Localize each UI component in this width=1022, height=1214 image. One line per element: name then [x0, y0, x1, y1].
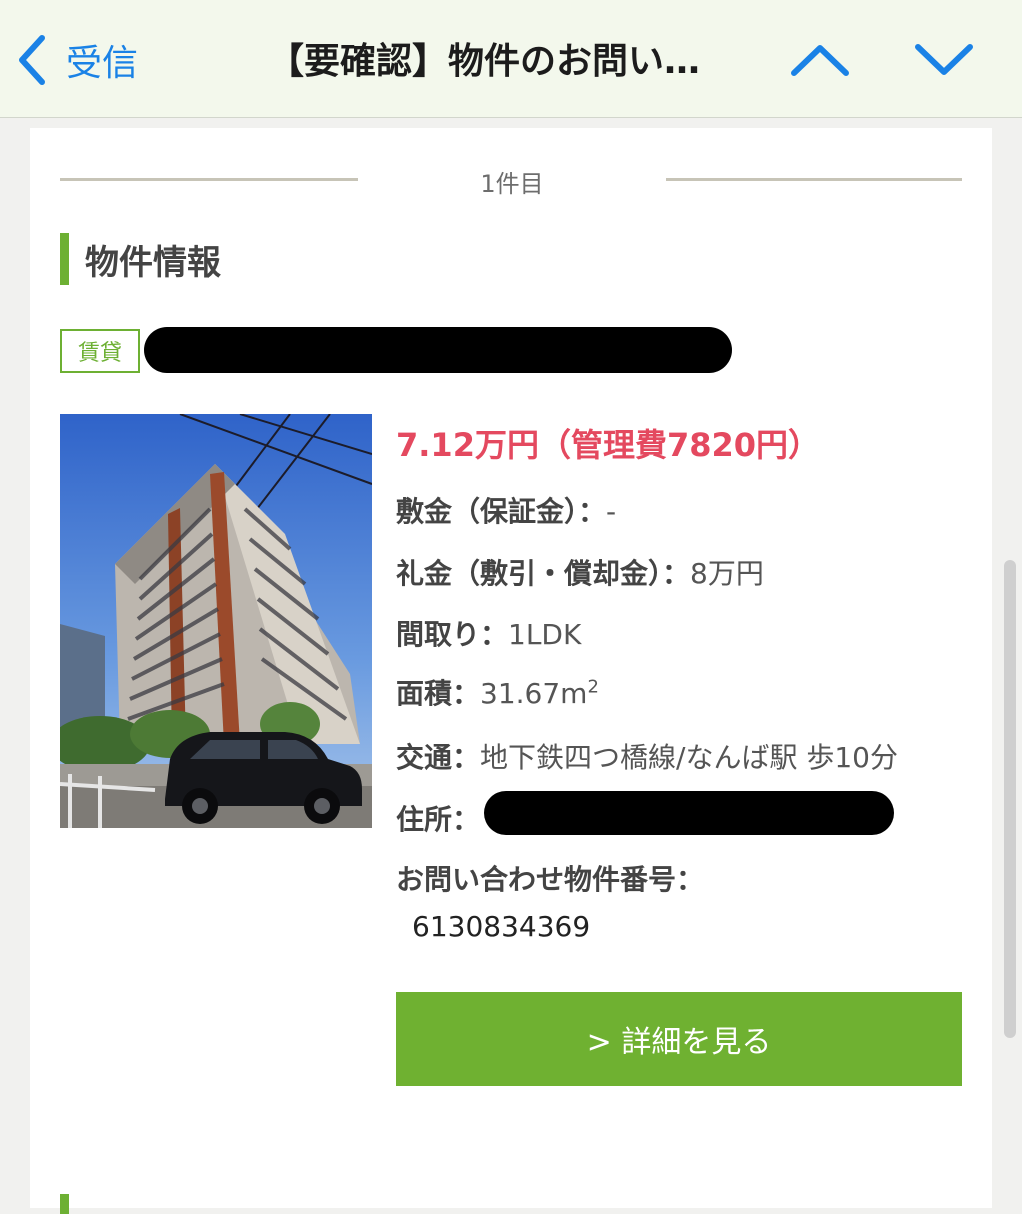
item-count: 1件目	[480, 170, 544, 198]
previous-mail-button[interactable]	[788, 38, 852, 86]
mail-subject-title: 【要確認】物件のお問い…	[268, 41, 701, 82]
rent-price: 7.12万円（管理費7820円）	[396, 426, 821, 464]
deposit-row: 敷金（保証金）：-	[396, 490, 616, 530]
back-button[interactable]: 受信	[16, 34, 138, 86]
area-value: 31.67m	[480, 677, 588, 710]
next-mail-button[interactable]	[912, 38, 976, 86]
scrollbar[interactable]	[1004, 560, 1016, 1038]
section-title: 物件情報	[85, 242, 221, 283]
divider-left	[60, 178, 358, 181]
key-money-value: 8万円	[690, 557, 764, 590]
next-section-accent-bar	[60, 1194, 69, 1214]
navigation-bar: 受信 【要確認】物件のお問い…	[0, 0, 1022, 118]
deposit-value: -	[606, 495, 617, 528]
layout-label: 間取り：	[396, 618, 509, 651]
deposit-label: 敷金（保証金）：	[396, 495, 607, 528]
inquiry-row: お問い合わせ物件番号：	[396, 858, 704, 898]
key-money-label: 礼金（敷引・償却金）：	[396, 557, 691, 590]
section-header: 物件情報	[60, 233, 221, 285]
inquiry-number: 6130834369	[412, 910, 591, 943]
back-label: 受信	[66, 43, 139, 84]
transit-label: 交通：	[396, 741, 481, 774]
chevron-down-icon	[914, 43, 974, 81]
section-accent-bar	[60, 233, 69, 285]
transit-row: 交通：地下鉄四つ橋線/なんば駅 歩10分	[396, 736, 898, 776]
area-label: 面積：	[396, 677, 481, 710]
inquiry-label: お問い合わせ物件番号：	[396, 863, 705, 896]
rental-tag: 賃貸	[60, 329, 140, 373]
key-money-row: 礼金（敷引・償却金）：8万円	[396, 552, 764, 592]
address-label: 住所：	[396, 803, 481, 836]
chevron-left-icon	[16, 34, 46, 86]
redacted-address	[484, 791, 894, 835]
divider-right	[666, 178, 962, 181]
redacted-property-name	[144, 327, 732, 373]
layout-row: 間取り：1LDK	[396, 613, 581, 653]
layout-value: 1LDK	[508, 618, 582, 651]
view-details-button[interactable]: > 詳細を見る	[396, 992, 962, 1086]
area-superscript: 2	[587, 676, 599, 698]
chevron-up-icon	[790, 43, 850, 81]
transit-value: 地下鉄四つ橋線/なんば駅 歩10分	[480, 741, 898, 774]
property-photo[interactable]	[60, 414, 372, 828]
mail-body: 1件目 物件情報 賃貸 7.12万円（管理費7820円） 敷金（保証金）：- 礼…	[30, 128, 992, 1214]
address-row: 住所：	[396, 798, 480, 838]
area-row: 面積：31.67m2	[396, 672, 599, 712]
